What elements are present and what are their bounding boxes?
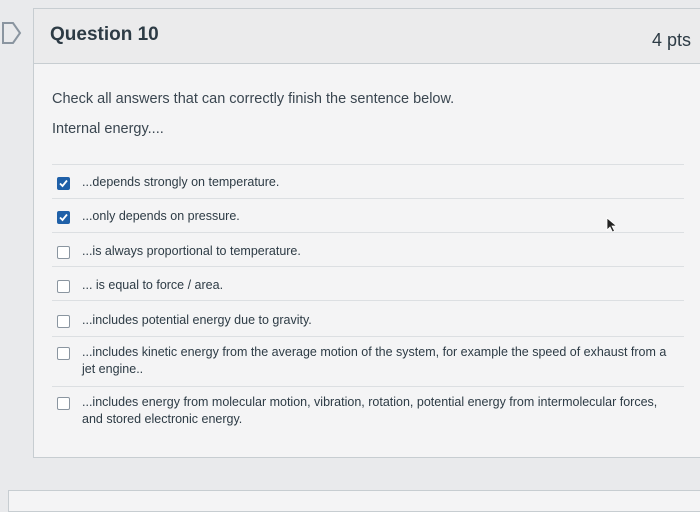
question-points: 4 pts bbox=[651, 30, 691, 50]
question-stem: Internal energy.... bbox=[52, 121, 164, 137]
answer-option[interactable]: ...is always proportional to temperature… bbox=[52, 232, 684, 267]
next-question-card bbox=[8, 490, 700, 512]
answer-label: ... is equal to force / area. bbox=[82, 278, 224, 292]
answer-label: ...includes energy from molecular motion… bbox=[82, 395, 658, 426]
checkbox-unchecked[interactable] bbox=[57, 397, 70, 410]
question-prompt: Check all answers that can correctly fin… bbox=[52, 91, 455, 107]
checkbox-checked[interactable] bbox=[57, 177, 70, 190]
answer-label: ...depends strongly on temperature. bbox=[82, 175, 280, 189]
answer-label: ...includes kinetic energy from the aver… bbox=[82, 345, 667, 376]
flag-question-icon[interactable] bbox=[0, 20, 26, 46]
answer-label: ...is always proportional to temperature… bbox=[82, 244, 301, 258]
checkbox-checked[interactable] bbox=[57, 211, 70, 224]
answer-option[interactable]: ...includes potential energy due to grav… bbox=[52, 300, 684, 337]
checkbox-unchecked[interactable] bbox=[57, 347, 70, 360]
answer-option[interactable]: ...only depends on pressure. bbox=[52, 198, 684, 233]
answer-option[interactable]: ...includes energy from molecular motion… bbox=[52, 386, 684, 437]
question-header: Question 10 4 pts bbox=[34, 9, 700, 64]
answer-label: ...includes potential energy due to grav… bbox=[82, 313, 312, 327]
answer-option[interactable]: ... is equal to force / area. bbox=[52, 266, 684, 301]
answer-option[interactable]: ...depends strongly on temperature. bbox=[52, 164, 684, 199]
answer-option[interactable]: ...includes kinetic energy from the aver… bbox=[52, 336, 684, 387]
mouse-pointer-icon bbox=[606, 217, 618, 233]
checkbox-unchecked[interactable] bbox=[57, 315, 70, 328]
question-title: Question 10 bbox=[50, 24, 159, 45]
question-card: Question 10 4 pts Check all answers that… bbox=[33, 8, 700, 458]
answer-label: ...only depends on pressure. bbox=[82, 209, 240, 223]
checkbox-unchecked[interactable] bbox=[57, 280, 70, 293]
checkbox-unchecked[interactable] bbox=[57, 246, 70, 259]
